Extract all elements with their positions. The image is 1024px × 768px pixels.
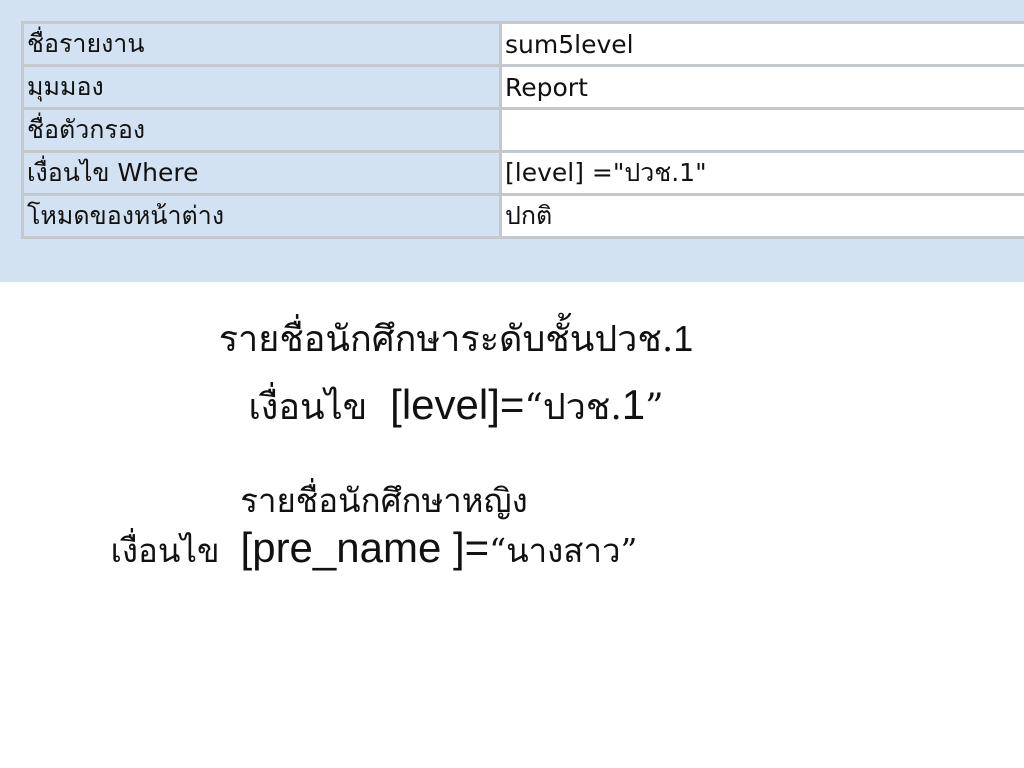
level-condition-value: ปวช. bbox=[542, 387, 622, 428]
level-condition-open-quote: “ bbox=[524, 387, 543, 428]
slide-line-female-list-title: รายชื่อนักศึกษาหญิง bbox=[0, 474, 840, 527]
property-value-view[interactable]: Report bbox=[499, 64, 1024, 110]
female-condition-prefix: เงื่อนไข bbox=[110, 531, 220, 570]
slide-line-level-list-title: รายชื่อนักศึกษาระดับชั้นปวช.1 bbox=[0, 310, 912, 367]
level-condition-code: [level]= bbox=[390, 381, 525, 428]
property-value-report-name[interactable]: sum5level bbox=[499, 21, 1024, 67]
property-label-filter-name: ชื่อตัวกรอง bbox=[21, 107, 502, 153]
property-value-window-mode[interactable]: ปกติ bbox=[499, 193, 1024, 239]
level-condition-prefix: เงื่อนไข bbox=[248, 387, 368, 428]
property-label-window-mode: โหมดของหน้าต่าง bbox=[21, 193, 502, 239]
property-row-report-name: ชื่อรายงาน sum5level bbox=[21, 21, 1024, 67]
property-label-where-condition: เงื่อนไข Where bbox=[21, 150, 502, 196]
female-condition-close-quote: ” bbox=[620, 531, 638, 570]
level-condition-close-quote: ” bbox=[645, 387, 664, 428]
slide-line-level-condition: เงื่อนไข [level]=“ปวช.1” bbox=[0, 378, 912, 435]
property-row-window-mode: โหมดของหน้าต่าง ปกติ bbox=[21, 193, 1024, 239]
female-condition-value: นางสาว bbox=[506, 531, 621, 570]
property-sheet-panel: ชื่อรายงาน sum5level มุมมอง Report ชื่อต… bbox=[0, 0, 1024, 282]
female-condition-open-quote: “ bbox=[489, 531, 507, 570]
property-row-filter-name: ชื่อตัวกรอง bbox=[21, 107, 1024, 153]
level-list-title-number: 1 bbox=[673, 318, 694, 359]
property-label-report-name: ชื่อรายงาน bbox=[21, 21, 502, 67]
property-value-where-condition[interactable]: [level] ="ปวช.1" bbox=[499, 150, 1024, 196]
level-condition-number: 1 bbox=[621, 381, 646, 428]
property-label-view: มุมมอง bbox=[21, 64, 502, 110]
level-list-title-text: รายชื่อนักศึกษาระดับชั้นปวช. bbox=[218, 319, 674, 360]
property-sheet: ชื่อรายงาน sum5level มุมมอง Report ชื่อต… bbox=[21, 21, 1024, 239]
property-value-filter-name[interactable] bbox=[499, 107, 1024, 153]
property-row-view: มุมมอง Report bbox=[21, 64, 1024, 110]
female-list-title-text: รายชื่อนักศึกษาหญิง bbox=[240, 481, 528, 520]
property-row-where-condition: เงื่อนไข Where [level] ="ปวช.1" bbox=[21, 150, 1024, 196]
female-condition-code: [pre_name ]= bbox=[240, 524, 490, 571]
slide-line-female-condition: เงื่อนไข [pre_name ]=“นางสาว” bbox=[0, 524, 830, 577]
